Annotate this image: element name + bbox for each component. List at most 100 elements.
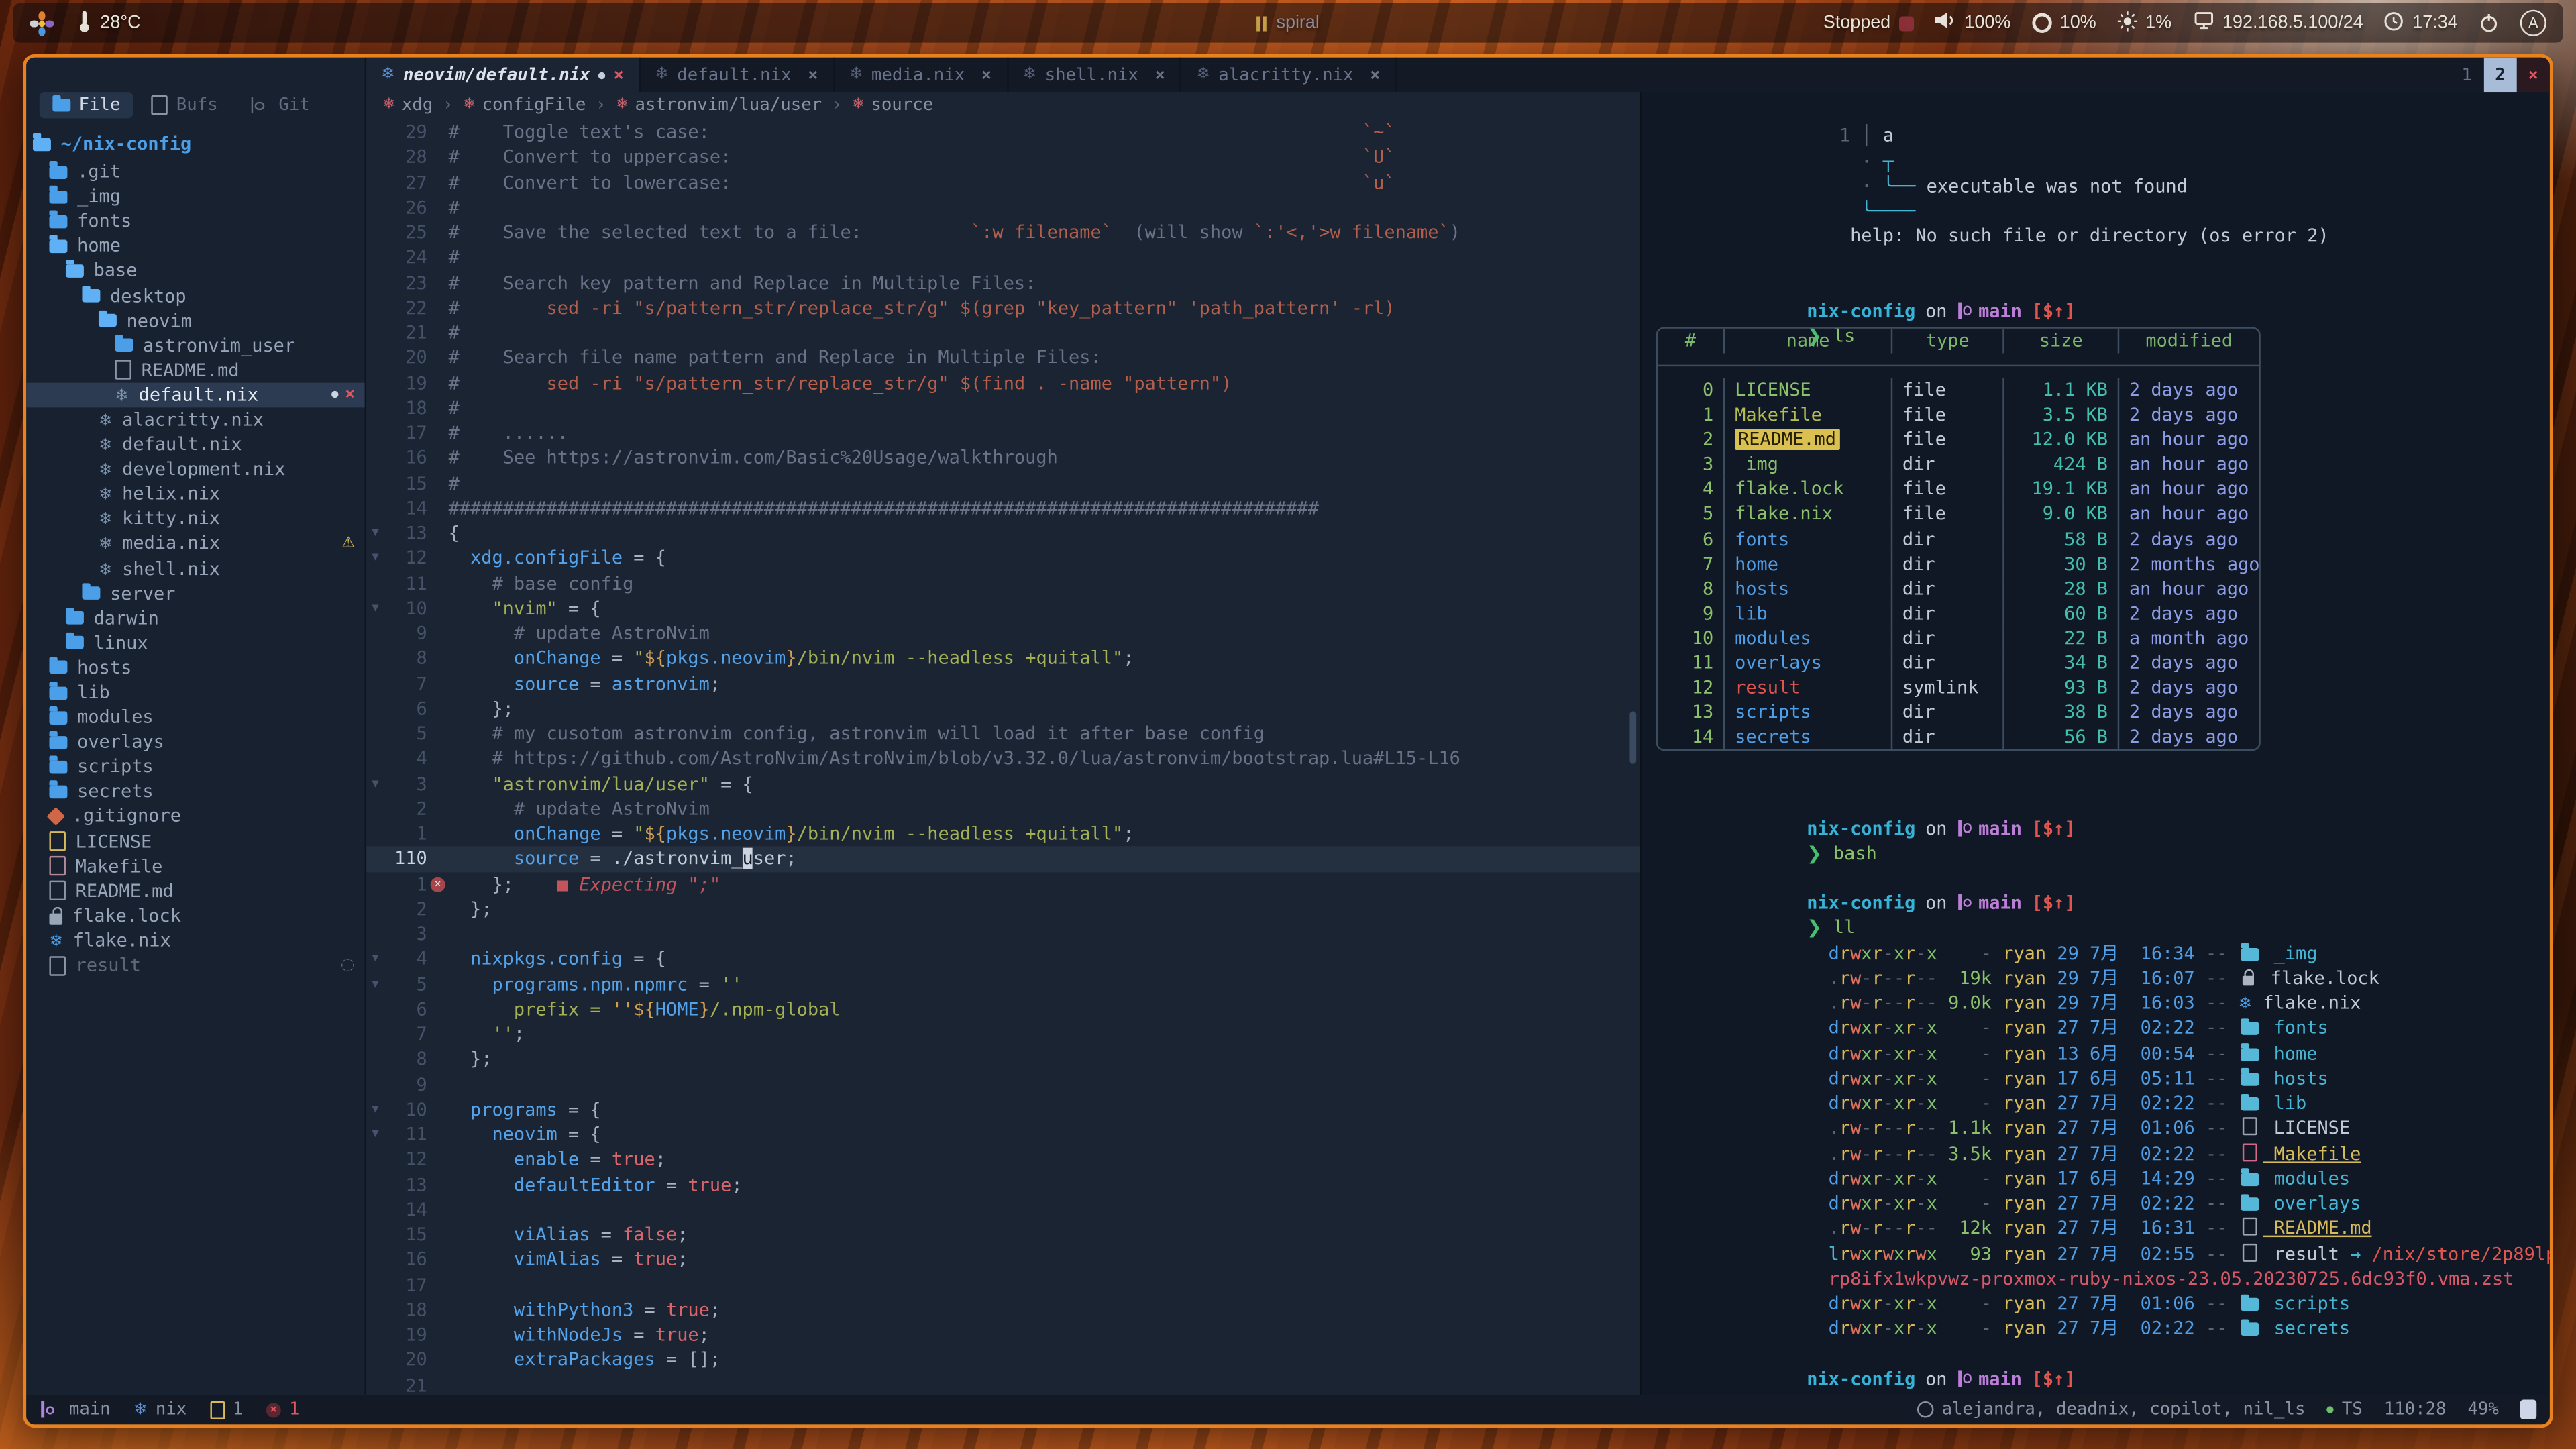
code-line[interactable]: ▼ 21 bbox=[366, 1373, 1640, 1395]
code-line[interactable]: ▼ 18 # bbox=[366, 396, 1640, 421]
code-line[interactable]: ▼ 2 # update AstroNvim bbox=[366, 796, 1640, 821]
buffer-tab[interactable]: ❄ default.nix × bbox=[640, 58, 835, 92]
code-line[interactable]: ▼ 24 # bbox=[366, 246, 1640, 270]
volume-widget[interactable]: 100% bbox=[1935, 11, 2010, 34]
launcher-flower-icon[interactable] bbox=[30, 11, 54, 36]
buffer-tab[interactable]: ❄ shell.nix × bbox=[1008, 58, 1182, 92]
buffer-tab[interactable]: ❄ alacritty.nix × bbox=[1181, 58, 1397, 92]
tree-item[interactable]: default.nix ●× bbox=[26, 382, 364, 407]
code-line[interactable]: ▼ 1 onChange = "${pkgs.neovim}/bin/nvim … bbox=[366, 821, 1640, 846]
code-line[interactable]: ▼ 4 nixpkgs.config = { bbox=[366, 947, 1640, 971]
code-line[interactable]: ▼ 27 # Convert to lowercase: `u` bbox=[366, 170, 1640, 195]
fold-arrow-icon[interactable]: ▼ bbox=[366, 771, 384, 796]
tree-item[interactable]: darwin bbox=[26, 606, 364, 631]
close-buffer-icon[interactable]: × bbox=[808, 65, 818, 85]
code-line[interactable]: ▼ 13 { bbox=[366, 521, 1640, 545]
code-line[interactable]: ▼ 28 # Convert to uppercase: `U` bbox=[366, 145, 1640, 170]
tree-item[interactable]: linux bbox=[26, 631, 364, 655]
code-line[interactable]: ▼ 19 # sed -ri "s/pattern_str/replace_st… bbox=[366, 370, 1640, 395]
tree-item[interactable]: README.md bbox=[26, 358, 364, 382]
code-line[interactable]: ▼ 11 # base config bbox=[366, 571, 1640, 596]
close-buffer-icon[interactable]: × bbox=[981, 65, 991, 85]
code-line[interactable]: ▼ 20 # Search file name pattern and Repl… bbox=[366, 345, 1640, 370]
tree-item[interactable]: alacritty.nix bbox=[26, 407, 364, 432]
network-widget[interactable]: 192.168.5.100/24 bbox=[2193, 11, 2363, 34]
tree-item[interactable]: hosts bbox=[26, 655, 364, 680]
breadcrumb-item[interactable]: ❄ astronvim/lua/user bbox=[586, 95, 822, 114]
code-line[interactable]: ▼ 9 # update AstroNvim bbox=[366, 621, 1640, 646]
code-line[interactable]: ▼ 16 vimAlias = true; bbox=[366, 1247, 1640, 1272]
tree-item[interactable]: modules bbox=[26, 705, 364, 730]
tree-item[interactable]: base bbox=[26, 258, 364, 283]
tree-item[interactable]: fonts bbox=[26, 209, 364, 233]
tree-item[interactable]: kitty.nix bbox=[26, 506, 364, 531]
code-line[interactable]: ▼ 1 }; ■ Expecting ";" bbox=[366, 871, 1640, 896]
code-line[interactable]: ▼ 25 # Save the selected text to a file:… bbox=[366, 220, 1640, 245]
tabpage-1[interactable]: 1 bbox=[2450, 58, 2483, 92]
code-line[interactable]: ▼ 12 xdg.configFile = { bbox=[366, 546, 1640, 571]
code-line[interactable]: ▼ 9 bbox=[366, 1072, 1640, 1097]
tree-item[interactable]: .git bbox=[26, 160, 364, 184]
fold-arrow-icon[interactable]: ▼ bbox=[366, 596, 384, 621]
code-line[interactable]: ▼ 17 # ...... bbox=[366, 421, 1640, 445]
code-line[interactable]: ▼ 22 # sed -ri "s/pattern_str/replace_st… bbox=[366, 295, 1640, 320]
buffer-tab[interactable]: ❄ media.nix × bbox=[835, 58, 1008, 92]
tree-item[interactable]: .gitignore bbox=[26, 804, 364, 829]
tree-item[interactable]: home bbox=[26, 233, 364, 258]
code-line[interactable]: ▼ 7 source = astronvim; bbox=[366, 671, 1640, 696]
tab-git[interactable]: Git bbox=[236, 92, 323, 118]
code-line[interactable]: ▼ 4 # https://github.com/AstroNvim/Astro… bbox=[366, 746, 1640, 771]
code-line[interactable]: ▼ 6 prefix = ''${HOME}/.npm-global bbox=[366, 997, 1640, 1022]
editor-scrollbar[interactable] bbox=[1629, 711, 1636, 763]
code-line[interactable]: ▼ 8 onChange = "${pkgs.neovim}/bin/nvim … bbox=[366, 646, 1640, 671]
keyboard-layout-indicator[interactable]: A bbox=[2520, 10, 2546, 36]
tree-item[interactable]: overlays bbox=[26, 730, 364, 755]
fold-arrow-icon[interactable]: ▼ bbox=[366, 972, 384, 997]
tree-item[interactable]: default.nix bbox=[26, 432, 364, 457]
code-line[interactable]: ▼ 26 # bbox=[366, 195, 1640, 220]
code-line[interactable]: ▼ 5 # my cusotom astronvim config, astro… bbox=[366, 721, 1640, 746]
close-buffer-icon[interactable]: × bbox=[1370, 65, 1380, 85]
code-line[interactable]: ▼ 3 "astronvim/lua/user" = { bbox=[366, 771, 1640, 796]
code-line[interactable]: ▼ 13 defaultEditor = true; bbox=[366, 1172, 1640, 1197]
code-line[interactable]: ▼ 20 extraPackages = []; bbox=[366, 1348, 1640, 1373]
code-line[interactable]: ▼ 17 bbox=[366, 1273, 1640, 1297]
fold-arrow-icon[interactable]: ▼ bbox=[366, 1122, 384, 1147]
tree-item[interactable]: README.md bbox=[26, 879, 364, 904]
tree-item[interactable]: development.nix bbox=[26, 457, 364, 482]
tree-item[interactable]: flake.lock bbox=[26, 903, 364, 928]
code-line[interactable]: ▼ 10 "nvim" = { bbox=[366, 596, 1640, 621]
tree-item[interactable]: helix.nix bbox=[26, 482, 364, 506]
code-line[interactable]: ▼ 16 # See https://astronvim.com/Basic%2… bbox=[366, 445, 1640, 470]
tree-item[interactable]: server bbox=[26, 581, 364, 606]
tab-file[interactable]: File bbox=[40, 92, 133, 118]
breadcrumb-item[interactable]: ❄ xdg bbox=[383, 95, 433, 114]
code-line[interactable]: ▼ 110 source = ./astronvim_user; bbox=[366, 847, 1640, 871]
close-buffer-icon[interactable]: × bbox=[1155, 65, 1165, 85]
fold-arrow-icon[interactable]: ▼ bbox=[366, 947, 384, 971]
tree-item[interactable]: Makefile bbox=[26, 854, 364, 879]
code-area[interactable]: ▼ 29 # Toggle text's case: `~` ▼ 28 bbox=[366, 117, 1640, 1395]
tree-root[interactable]: ~/nix-config bbox=[26, 128, 364, 160]
code-line[interactable]: ▼ 12 enable = true; bbox=[366, 1147, 1640, 1172]
code-line[interactable]: ▼ 2 }; bbox=[366, 897, 1640, 922]
tree-item[interactable]: _img bbox=[26, 184, 364, 209]
code-line[interactable]: ▼ 14 ###################################… bbox=[366, 496, 1640, 521]
code-line[interactable]: ▼ 19 withNodeJs = true; bbox=[366, 1322, 1640, 1347]
code-line[interactable]: ▼ 10 programs = { bbox=[366, 1097, 1640, 1122]
terminal-pane[interactable]: 1 │ a · ┬ · ╰── executable was not found… bbox=[1640, 92, 2550, 1395]
code-line[interactable]: ▼ 29 # Toggle text's case: `~` bbox=[366, 120, 1640, 145]
code-line[interactable]: ▼ 8 }; bbox=[366, 1047, 1640, 1072]
editor[interactable]: ❄ xdg ❄ configFile ❄ astronvim/lua/user … bbox=[366, 92, 1640, 1395]
code-line[interactable]: ▼ 23 # Search key pattern and Replace in… bbox=[366, 270, 1640, 295]
breadcrumb-item[interactable]: ❄ source bbox=[822, 95, 933, 114]
tree-item[interactable]: astronvim_user bbox=[26, 333, 364, 358]
tree-item[interactable]: LICENSE bbox=[26, 829, 364, 854]
tabpage-2[interactable]: 2 bbox=[2483, 58, 2517, 92]
buffer-tab[interactable]: ❄ neovim/default.nix ● × bbox=[366, 58, 640, 92]
power-button[interactable] bbox=[2479, 13, 2499, 33]
code-line[interactable]: ▼ 18 withPython3 = true; bbox=[366, 1297, 1640, 1322]
tab-bufs[interactable]: Bufs bbox=[138, 92, 231, 118]
tree-item[interactable]: neovim bbox=[26, 308, 364, 333]
tree-item[interactable]: desktop bbox=[26, 283, 364, 308]
